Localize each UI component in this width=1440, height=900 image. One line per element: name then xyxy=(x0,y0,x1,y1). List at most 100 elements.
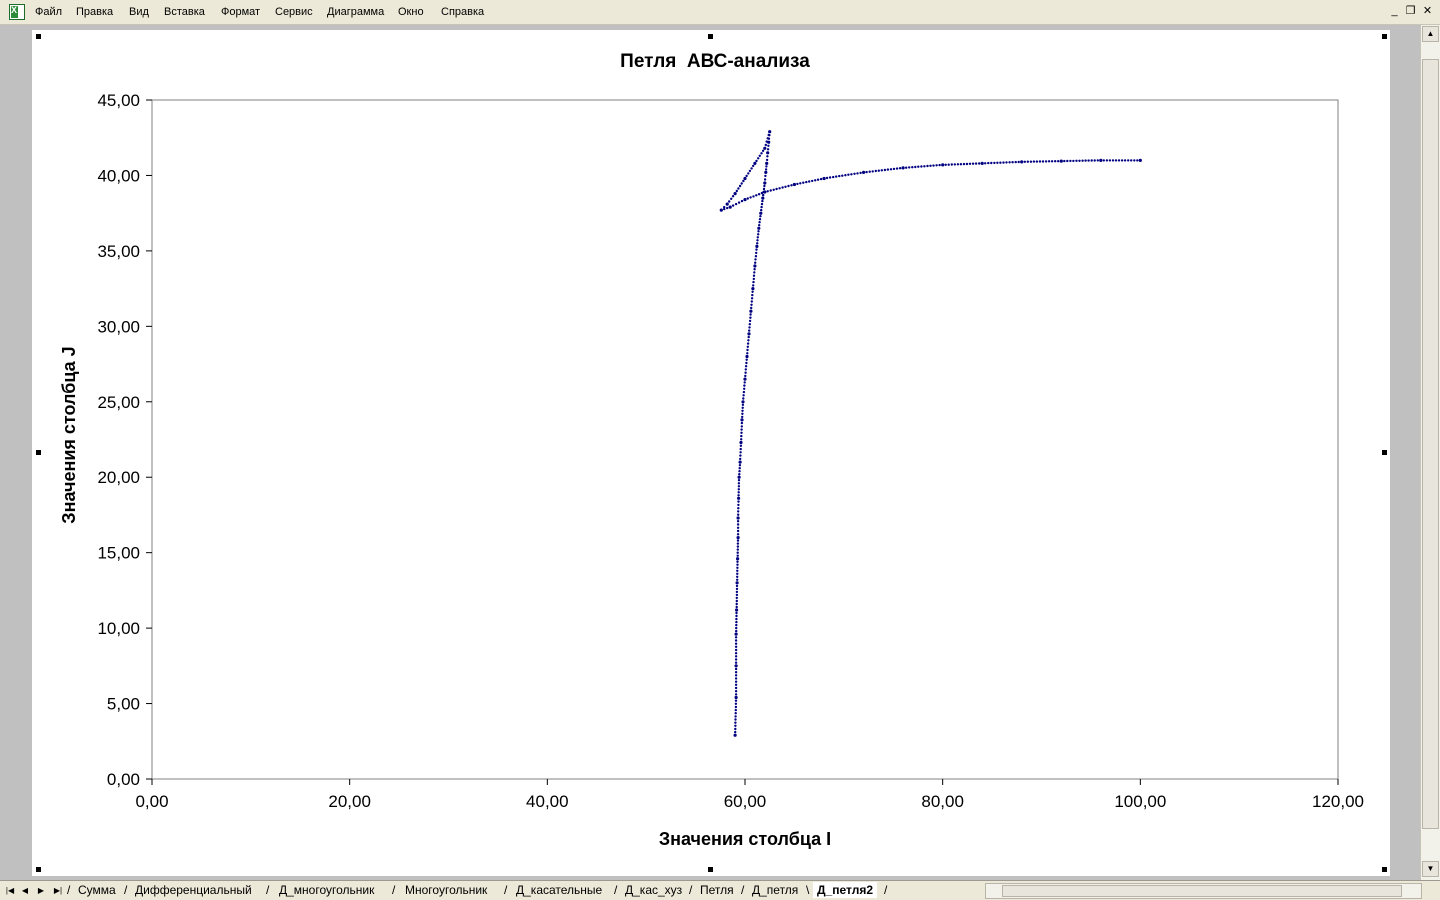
data-point[interactable] xyxy=(736,536,740,540)
curve-marker xyxy=(844,174,847,177)
chart-svg[interactable]: Петля АВС-анализа 0,00 20,00 40,00 60,00 80,… xyxy=(32,30,1390,876)
sheet-tab-differential[interactable]: Дифференциальный xyxy=(131,882,256,898)
chart-title[interactable]: Петля АВС-анализа xyxy=(620,51,810,72)
restore-icon[interactable]: ❐ xyxy=(1404,4,1417,18)
vertical-scroll-thumb[interactable] xyxy=(1422,59,1439,829)
scroll-down-icon[interactable]: ▼ xyxy=(1422,861,1439,877)
data-point[interactable] xyxy=(822,176,826,181)
data-point[interactable] xyxy=(728,205,732,209)
data-point[interactable] xyxy=(736,516,740,520)
data-point[interactable] xyxy=(1059,159,1063,163)
sheet-tab-polygon[interactable]: Многоугольник xyxy=(401,882,491,898)
data-point[interactable] xyxy=(1099,158,1103,162)
data-point[interactable] xyxy=(765,161,769,165)
x-axis-label[interactable]: Значения столбца I xyxy=(659,829,831,849)
close-icon[interactable]: ✕ xyxy=(1421,4,1434,18)
data-point[interactable] xyxy=(755,244,759,248)
selection-handle[interactable] xyxy=(1382,450,1387,455)
y-tick-label: 5,00 xyxy=(107,695,140,714)
data-point[interactable] xyxy=(736,557,740,561)
sheet-tab-d-loop[interactable]: Д_петля xyxy=(748,882,802,898)
data-point[interactable] xyxy=(741,400,745,404)
data-point[interactable] xyxy=(743,377,747,381)
data-point[interactable] xyxy=(901,166,905,170)
menu-format[interactable]: Формат xyxy=(221,6,260,18)
curve-marker xyxy=(1136,159,1139,162)
plot-area[interactable] xyxy=(151,99,1339,780)
menu-edit[interactable]: Правка xyxy=(76,6,113,18)
chart-area[interactable]: Петля АВС-анализа 0,00 20,00 40,00 60,00 80,… xyxy=(32,30,1390,876)
menu-chart[interactable]: Диаграмма xyxy=(327,6,384,18)
data-point[interactable] xyxy=(792,182,797,187)
selection-handle[interactable] xyxy=(36,867,41,872)
last-sheet-icon[interactable]: ▶| xyxy=(51,884,65,897)
scroll-up-icon[interactable]: ▲ xyxy=(1422,26,1439,42)
data-point[interactable] xyxy=(733,733,737,737)
data-point[interactable] xyxy=(733,192,737,196)
sheet-tab-summa[interactable]: Сумма xyxy=(74,882,120,898)
data-point[interactable] xyxy=(768,130,772,134)
vertical-scrollbar[interactable]: ▲ ▼ xyxy=(1420,25,1440,880)
selection-handle[interactable] xyxy=(1382,867,1387,872)
next-sheet-icon[interactable]: ▶ xyxy=(34,884,48,897)
data-point[interactable] xyxy=(761,196,765,200)
selection-handle[interactable] xyxy=(36,450,41,455)
data-point[interactable] xyxy=(734,695,738,700)
data-point[interactable] xyxy=(749,309,753,313)
curve-marker xyxy=(734,648,738,652)
minimize-icon[interactable]: _ xyxy=(1388,4,1401,18)
data-point[interactable] xyxy=(738,460,742,464)
data-point[interactable] xyxy=(862,170,866,174)
data-point[interactable] xyxy=(725,202,729,206)
data-point[interactable] xyxy=(734,664,738,668)
selection-handle[interactable] xyxy=(708,867,713,872)
horizontal-scroll-thumb[interactable] xyxy=(1002,885,1402,897)
horizontal-scrollbar[interactable] xyxy=(985,883,1422,899)
data-point[interactable] xyxy=(734,632,738,636)
data-point[interactable] xyxy=(764,170,768,174)
menu-insert[interactable]: Вставка xyxy=(164,6,205,18)
menu-view[interactable]: Вид xyxy=(129,6,149,18)
data-point[interactable] xyxy=(747,332,751,336)
sheet-tab-d-kas-xuz[interactable]: Д_кас_хуз xyxy=(621,882,686,898)
curve-marker xyxy=(1047,160,1051,163)
menu-file[interactable]: Файл xyxy=(35,6,62,18)
data-point[interactable] xyxy=(980,161,984,165)
data-point[interactable] xyxy=(766,151,770,155)
data-point[interactable] xyxy=(745,354,749,359)
first-sheet-icon[interactable]: |◀ xyxy=(3,884,17,897)
data-point[interactable] xyxy=(740,418,744,422)
data-point[interactable] xyxy=(751,287,755,291)
data-point[interactable] xyxy=(735,581,739,585)
data-point[interactable] xyxy=(753,264,757,268)
excel-app-icon[interactable] xyxy=(9,4,25,20)
menu-tools[interactable]: Сервис xyxy=(275,6,313,18)
data-point[interactable] xyxy=(739,440,743,445)
sheet-tab-d-polygon[interactable]: Д_многоугольник xyxy=(275,882,378,898)
sheet-tab-loop[interactable]: Петля xyxy=(696,882,738,898)
prev-sheet-icon[interactable]: ◀ xyxy=(18,884,32,897)
data-point[interactable] xyxy=(743,198,747,202)
data-point[interactable] xyxy=(763,146,767,150)
menu-window[interactable]: Окно xyxy=(398,6,424,18)
data-point[interactable] xyxy=(735,608,739,612)
menu-help[interactable]: Справка xyxy=(441,6,484,18)
data-point[interactable] xyxy=(759,211,763,215)
data-point[interactable] xyxy=(737,475,741,479)
data-point[interactable] xyxy=(941,163,945,167)
data-point[interactable] xyxy=(753,161,757,165)
data-point[interactable] xyxy=(743,176,747,181)
data-point[interactable] xyxy=(737,496,741,500)
data-point[interactable] xyxy=(719,208,723,212)
sheet-tab-d-tangents[interactable]: Д_касательные xyxy=(512,882,606,898)
data-point[interactable] xyxy=(1020,160,1024,164)
curve-marker xyxy=(745,358,748,361)
data-point[interactable] xyxy=(757,226,761,230)
data-point[interactable] xyxy=(763,181,767,185)
sheet-tab-d-loop2[interactable]: Д_петля2 xyxy=(813,882,878,898)
data-point[interactable] xyxy=(1138,158,1142,162)
selection-handle[interactable] xyxy=(36,34,41,39)
y-axis-label[interactable]: Значения столбца J xyxy=(59,346,79,523)
selection-handle[interactable] xyxy=(1382,34,1387,39)
selection-handle[interactable] xyxy=(708,34,713,39)
